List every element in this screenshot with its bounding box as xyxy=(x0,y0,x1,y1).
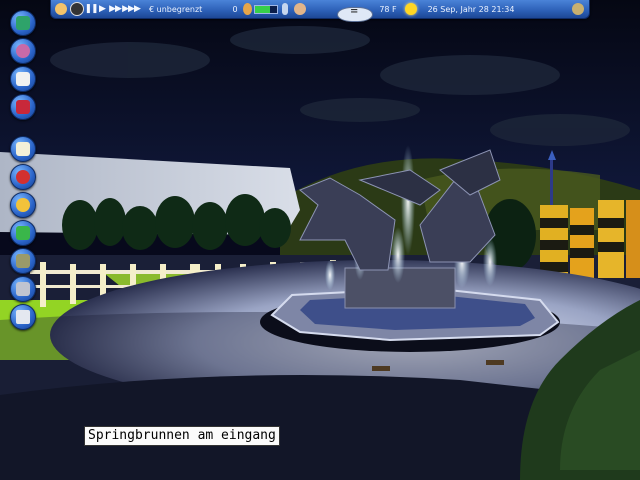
messages-icon[interactable] xyxy=(10,136,36,162)
research-icon[interactable] xyxy=(10,164,36,190)
bench xyxy=(486,360,504,365)
trash-icon[interactable] xyxy=(10,304,36,330)
scene-caption: Springbrunnen am eingang xyxy=(84,426,280,446)
fast-forward-button[interactable]: ▶▶ xyxy=(109,2,122,16)
ground-view-tab[interactable]: = xyxy=(337,6,373,22)
temperature-display: 78 F xyxy=(379,4,397,14)
pause-button[interactable]: ❚❚ xyxy=(84,2,98,16)
guest-icon xyxy=(241,2,253,16)
game-viewport[interactable] xyxy=(0,0,640,480)
park-rating-fill xyxy=(255,6,271,13)
top-toolbar: ❚❚ ▶ ▶▶ ▶▶▶ € unbegrenzt 0 = 78 F 26 Sep… xyxy=(50,0,590,22)
play-button[interactable]: ▶ xyxy=(97,2,107,16)
park-rating-bar[interactable] xyxy=(254,5,278,14)
thermometer-icon xyxy=(279,2,291,16)
guest-count[interactable]: 0 xyxy=(230,2,240,16)
scenery-book-icon[interactable] xyxy=(10,94,36,120)
guests-icon[interactable] xyxy=(10,38,36,64)
paths-icon[interactable] xyxy=(10,220,36,246)
tools-icon[interactable] xyxy=(10,276,36,302)
close-menu-icon[interactable] xyxy=(571,2,585,16)
fastest-button[interactable]: ▶▶▶ xyxy=(122,2,141,16)
hand-icon[interactable] xyxy=(293,2,307,16)
staff-icon[interactable] xyxy=(10,192,36,218)
cards-icon[interactable] xyxy=(10,66,36,92)
park-map-icon[interactable] xyxy=(10,10,36,36)
date-time-display[interactable]: 26 Sep, Jahr 28 21:34 xyxy=(411,2,531,16)
funds-display[interactable]: € unbegrenzt xyxy=(149,2,209,16)
ground-view-label: = xyxy=(350,6,359,17)
bench xyxy=(372,366,390,371)
camera-icon[interactable] xyxy=(70,2,84,16)
options-icon[interactable] xyxy=(54,2,68,16)
terrain-icon[interactable] xyxy=(10,248,36,274)
